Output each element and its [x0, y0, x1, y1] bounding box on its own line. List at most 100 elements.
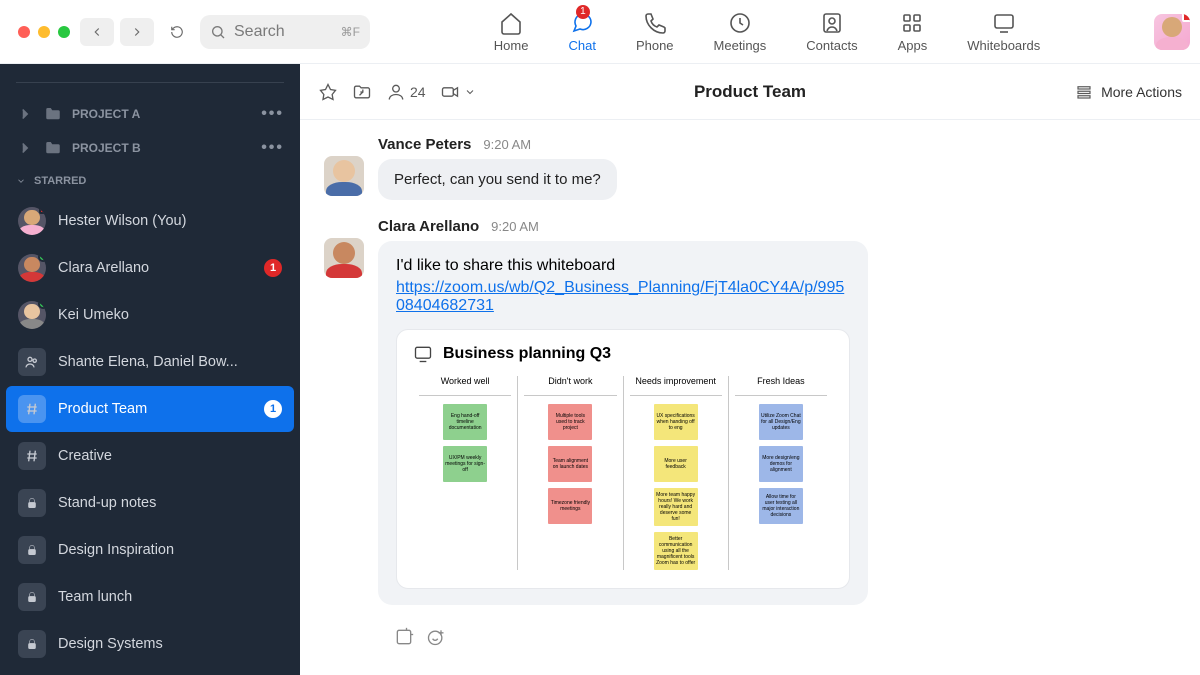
- sidebar-item-label: Team lunch: [58, 589, 132, 605]
- chevron-down-icon: [464, 86, 476, 98]
- message-list: Vance Peters 9:20 AM Perfect, can you sen…: [300, 120, 1200, 675]
- sidebar-folder-project-b[interactable]: PROJECT B •••: [0, 131, 300, 165]
- sticky-note: More user feedback: [654, 446, 698, 482]
- message-row: Vance Peters 9:20 AM Perfect, can you sen…: [324, 136, 1176, 200]
- search-icon: [210, 24, 226, 40]
- folder-label: PROJECT A: [72, 107, 140, 121]
- tab-chat[interactable]: 1Chat: [568, 11, 595, 53]
- whiteboard-link[interactable]: https://zoom.us/wb/Q2_Business_Planning/…: [396, 279, 844, 314]
- chat-header: 24 Product Team More Actions: [300, 64, 1200, 120]
- tab-home[interactable]: Home: [494, 11, 529, 53]
- screenshot-icon[interactable]: [394, 627, 414, 647]
- tab-whiteboards[interactable]: Whiteboards: [967, 11, 1040, 53]
- avatar: [18, 254, 46, 282]
- recording-indicator-icon: [1182, 14, 1190, 22]
- sticky-note: Better communication using all the magni…: [654, 532, 698, 570]
- message-bubble: I'd like to share this whiteboard https:…: [378, 241, 868, 605]
- compose-toolbar: [324, 623, 1176, 655]
- sidebar-item-label: Shante Elena, Daniel Bow...: [58, 354, 238, 370]
- col-header: Worked well: [419, 376, 511, 396]
- sender-avatar[interactable]: [324, 238, 364, 278]
- col-header: Fresh Ideas: [735, 376, 827, 396]
- hash-icon: [18, 442, 46, 470]
- sticky-note: UX/PM weekly meetings for sign-off: [443, 446, 487, 482]
- message-row: Clara Arellano9:20 AM I'd like to share …: [324, 218, 1176, 605]
- sidebar-item-group[interactable]: Shante Elena, Daniel Bow...: [6, 339, 294, 385]
- chevron-right-icon: [16, 105, 34, 123]
- whiteboard-icon: [413, 344, 433, 364]
- sidebar-item-standup[interactable]: Stand-up notes: [6, 480, 294, 526]
- section-label: STARRED: [34, 175, 86, 187]
- lock-icon: [18, 536, 46, 564]
- apps-icon: [900, 11, 924, 35]
- sidebar-item-label: Design Systems: [58, 636, 163, 652]
- back-button[interactable]: [80, 18, 114, 46]
- sidebar-item-kei[interactable]: Kei Umeko: [6, 292, 294, 338]
- sticky-note: More design/eng demos for alignment: [759, 446, 803, 482]
- sidebar-item-label: Product Team: [58, 401, 147, 417]
- video-icon: [440, 82, 460, 102]
- tab-contacts[interactable]: Contacts: [806, 11, 857, 53]
- online-presence-icon: [38, 254, 46, 262]
- sidebar-item-label: Stand-up notes: [58, 495, 156, 511]
- sender-name: Vance Peters: [378, 136, 471, 153]
- add-reaction-icon[interactable]: [426, 627, 446, 647]
- video-call-button[interactable]: [440, 82, 476, 102]
- sidebar-item-label: Creative: [58, 448, 112, 464]
- sidebar-item-label: Kei Umeko: [58, 307, 129, 323]
- sidebar-item-team-lunch[interactable]: Team lunch: [6, 574, 294, 620]
- maximize-window-icon[interactable]: [58, 26, 70, 38]
- profile-avatar[interactable]: [1154, 14, 1190, 50]
- sidebar-folder-project-a[interactable]: PROJECT A •••: [0, 97, 300, 131]
- forward-button[interactable]: [120, 18, 154, 46]
- message-text: Perfect, can you send it to me?: [378, 159, 617, 200]
- sidebar-item-social[interactable]: Social: [6, 668, 294, 675]
- search-input[interactable]: Search ⌘F: [200, 15, 370, 49]
- recording-presence-icon: [39, 207, 46, 214]
- sidebar-item-product-team[interactable]: Product Team 1: [6, 386, 294, 432]
- tab-label: Contacts: [806, 38, 857, 53]
- member-count-value: 24: [410, 84, 426, 100]
- sidebar-section-starred[interactable]: STARRED: [0, 165, 300, 197]
- star-icon[interactable]: [318, 82, 338, 102]
- sidebar-item-design-systems[interactable]: Design Systems: [6, 621, 294, 667]
- tab-label: Apps: [898, 38, 928, 53]
- whiteboard-preview: Worked wellEng hand-off timeline documen…: [413, 376, 833, 570]
- unread-badge: 1: [264, 400, 282, 418]
- history-button[interactable]: [160, 18, 194, 46]
- tab-phone[interactable]: Phone: [636, 11, 674, 53]
- sticky-note: Multiple tools used to track project: [548, 404, 592, 440]
- sender-avatar[interactable]: [324, 156, 364, 196]
- sidebar-item-design-inspiration[interactable]: Design Inspiration: [6, 527, 294, 573]
- sticky-note: More team happy hours! We work really ha…: [654, 488, 698, 526]
- sidebar-item-hester[interactable]: Hester Wilson (You): [6, 198, 294, 244]
- minimize-window-icon[interactable]: [38, 26, 50, 38]
- col-header: Didn't work: [524, 376, 616, 396]
- member-count[interactable]: 24: [386, 82, 426, 102]
- sidebar-item-label: Hester Wilson (You): [58, 213, 186, 229]
- sidebar-item-label: Design Inspiration: [58, 542, 174, 558]
- close-window-icon[interactable]: [18, 26, 30, 38]
- unread-badge: 1: [264, 259, 282, 277]
- tab-apps[interactable]: Apps: [898, 11, 928, 53]
- tab-label: Whiteboards: [967, 38, 1040, 53]
- chat-title: Product Team: [694, 82, 806, 102]
- sidebar-item-clara[interactable]: Clara Arellano1: [6, 245, 294, 291]
- sidebar-item-creative[interactable]: Creative: [6, 433, 294, 479]
- menu-icon: [1075, 83, 1093, 101]
- tab-label: Phone: [636, 38, 674, 53]
- tab-meetings[interactable]: Meetings: [714, 11, 767, 53]
- folder-menu-icon[interactable]: •••: [261, 105, 284, 123]
- move-to-folder-icon[interactable]: [352, 82, 372, 102]
- message-time: 9:20 AM: [483, 137, 531, 152]
- whiteboard-card[interactable]: Business planning Q3 Worked wellEng hand…: [396, 329, 850, 589]
- tab-label: Home: [494, 38, 529, 53]
- folder-icon: [44, 105, 62, 123]
- more-actions-button[interactable]: More Actions: [1075, 83, 1182, 101]
- whiteboard-title: Business planning Q3: [443, 345, 611, 363]
- message-time: 9:20 AM: [491, 219, 539, 234]
- folder-menu-icon[interactable]: •••: [261, 139, 284, 157]
- phone-icon: [643, 11, 667, 35]
- tab-label: Chat: [568, 38, 595, 53]
- sticky-note: Utilize Zoom Chat for all Design/Eng upd…: [759, 404, 803, 440]
